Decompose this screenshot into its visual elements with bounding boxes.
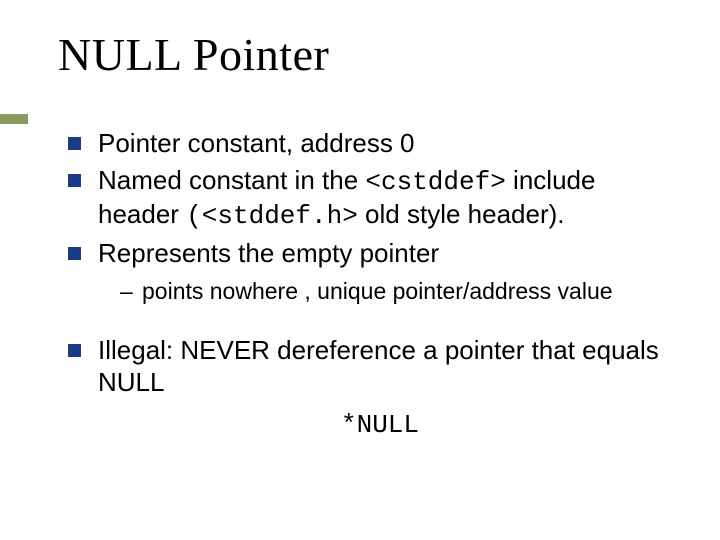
bullet-item-2: Named constant in the <cstddef> include … bbox=[68, 164, 662, 233]
bullet-text-part: old style header). bbox=[358, 199, 565, 229]
bullet-item-1: Pointer constant, address 0 bbox=[68, 127, 662, 160]
bullet-text-part: Named constant in the bbox=[98, 165, 365, 195]
bullet-item-4: Illegal: NEVER dereference a pointer tha… bbox=[68, 334, 662, 442]
code-line: *NULL bbox=[98, 409, 662, 442]
sub-bullet-item: points nowhere , unique pointer/address … bbox=[120, 277, 662, 306]
bullet-list: Pointer constant, address 0 Named consta… bbox=[58, 127, 662, 441]
accent-bar bbox=[0, 114, 28, 124]
sub-bullet-list: points nowhere , unique pointer/address … bbox=[98, 277, 662, 306]
bullet-text: Pointer constant, address 0 bbox=[98, 128, 415, 158]
slide: NULL Pointer Pointer constant, address 0… bbox=[0, 0, 720, 540]
inline-code: <cstddef> bbox=[365, 167, 505, 197]
bullet-item-3: Represents the empty pointer points nowh… bbox=[68, 237, 662, 306]
slide-title: NULL Pointer bbox=[58, 28, 662, 81]
sub-bullet-text: points nowhere , unique pointer/address … bbox=[142, 278, 613, 304]
inline-code: (<stddef.h> bbox=[186, 201, 358, 231]
bullet-text: Illegal: NEVER dereference a pointer tha… bbox=[98, 335, 659, 398]
bullet-text: Represents the empty pointer bbox=[98, 238, 439, 268]
